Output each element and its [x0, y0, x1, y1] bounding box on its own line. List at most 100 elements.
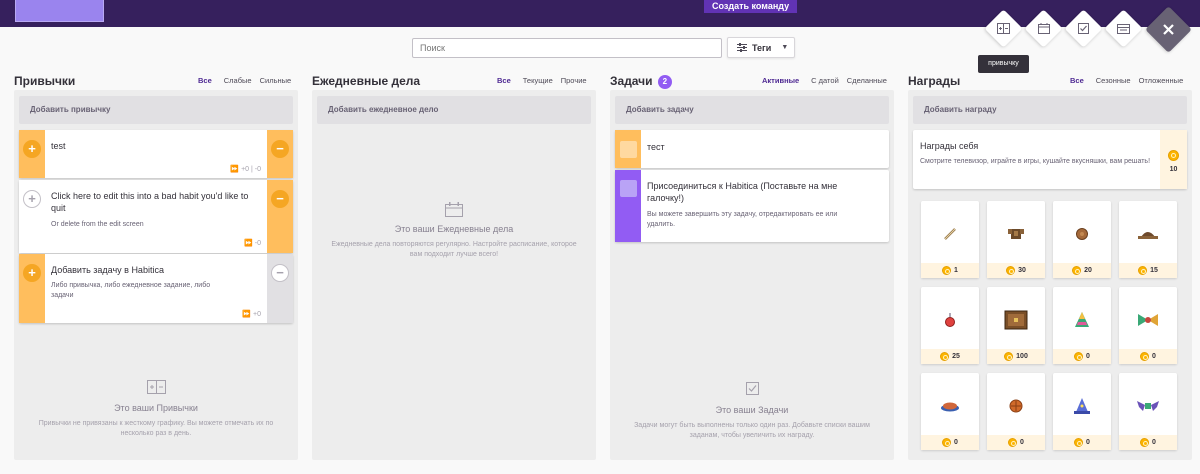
rewards-column: Добавить награду Награды себя Смотрите т…	[908, 90, 1192, 460]
shop-item-price: 0	[1119, 349, 1177, 364]
add-habit-button[interactable]	[984, 9, 1023, 48]
empty-text: Задачи могут быть выполнены только один …	[634, 422, 870, 439]
todos-column: Добавить задачу тест Присоединиться к Ha…	[610, 90, 894, 460]
reward-notes: Смотрите телевизор, играйте в игры, куша…	[920, 158, 1151, 165]
add-daily-button[interactable]	[1024, 9, 1063, 48]
todo-card[interactable]: Присоединиться к Habitica (Поставьте на …	[615, 170, 889, 242]
add-reward-input[interactable]: Добавить награду	[913, 96, 1187, 124]
price-value: 0	[1152, 353, 1156, 360]
plus-icon[interactable]: +	[23, 190, 41, 208]
shop-item[interactable]: 0	[1119, 287, 1177, 364]
gold-coin-icon	[942, 438, 952, 447]
price-value: 15	[1150, 267, 1158, 274]
empty-text: Привычки не привязаны к жесткому графику…	[38, 420, 274, 437]
shop-item-price: 30	[987, 263, 1045, 278]
habit-notes: Либо привычка, либо ежедневное задание, …	[51, 282, 211, 299]
armor-icon	[987, 221, 1045, 247]
todo-notes: Вы можете завершить эту задачу, отредакт…	[647, 211, 838, 228]
add-todo-input[interactable]: Добавить задачу	[615, 96, 889, 124]
search-input[interactable]	[412, 38, 722, 58]
shop-item[interactable]: 15	[1119, 201, 1177, 278]
shop-item-price: 100	[987, 349, 1045, 364]
wizard-hat-icon	[1053, 393, 1111, 419]
add-todo-button[interactable]	[1064, 9, 1103, 48]
dailies-empty-state: Это ваши Ежедневные дела Ежедневные дела…	[330, 202, 578, 260]
plus-icon[interactable]: +	[23, 264, 41, 282]
avatar[interactable]	[15, 0, 104, 22]
top-bar: Создать команду	[0, 0, 1200, 27]
shop-item[interactable]: 0	[921, 373, 979, 450]
price-value: 0	[1020, 439, 1024, 446]
plus-icon[interactable]: +	[23, 140, 41, 158]
todo-title: Присоединиться к Habitica (Поставьте на …	[647, 181, 838, 203]
close-icon	[1163, 24, 1174, 35]
todos-title: Задачи 2	[610, 74, 672, 89]
calendar-icon	[445, 202, 463, 217]
gold-coin-icon	[1168, 150, 1179, 161]
shop-item-price: 20	[1053, 263, 1111, 278]
shop-item-price: 0	[1053, 435, 1111, 450]
health-potion-icon	[921, 307, 979, 333]
reward-card[interactable]: Награды себя Смотрите телевизор, играйте…	[913, 130, 1187, 189]
habits-title: Привычки	[14, 74, 76, 88]
todo-checkbox[interactable]	[620, 141, 637, 158]
gold-coin-icon	[940, 352, 950, 361]
gold-coin-icon	[1140, 352, 1150, 361]
price-value: 0	[1086, 353, 1090, 360]
tags-label: Теги	[752, 42, 772, 53]
create-team-button[interactable]: Создать команду	[704, 0, 798, 13]
gold-coin-icon	[1074, 352, 1084, 361]
chevron-down-icon: ▼	[781, 44, 789, 51]
tags-filter-button[interactable]: Теги ▼	[727, 37, 795, 58]
shop-item[interactable]: 0	[1119, 373, 1177, 450]
habit-title: test	[51, 141, 66, 151]
party-hat-icon	[1053, 307, 1111, 333]
empty-title: Это ваши Ежедневные дела	[394, 224, 514, 234]
todo-card[interactable]: тест	[615, 130, 889, 168]
empty-title: Это ваши Привычки	[114, 403, 198, 413]
reward-icon	[1117, 23, 1130, 34]
add-habit-input[interactable]: Добавить привычку	[19, 96, 293, 124]
gold-coin-icon	[942, 266, 952, 275]
todo-checkbox[interactable]	[620, 180, 637, 197]
close-add-menu-button[interactable]	[1145, 6, 1192, 53]
shop-item-price: 1	[921, 263, 979, 278]
checkbox-icon	[745, 382, 759, 395]
calendar-icon	[1037, 23, 1050, 34]
checkbox-icon	[1078, 23, 1089, 34]
shop-item[interactable]: 30	[987, 201, 1045, 278]
pie-icon	[921, 393, 979, 419]
habit-card[interactable]: + − Click here to edit this into a bad h…	[19, 180, 293, 253]
price-value: 0	[1152, 439, 1156, 446]
shop-item[interactable]: 0	[1053, 373, 1111, 450]
shop-item[interactable]: 0	[1053, 287, 1111, 364]
minus-icon[interactable]: −	[271, 264, 289, 282]
habits-empty-state: Это ваши Привычки Привычки не привязаны …	[26, 380, 286, 439]
habit-card[interactable]: + − test ⏩ +0 | -0	[19, 130, 293, 178]
price-value: 1	[954, 267, 958, 274]
shop-item-price: 15	[1119, 263, 1177, 278]
gold-coin-icon	[1138, 266, 1148, 275]
helmet-icon	[1119, 221, 1177, 247]
reward-buy-button[interactable]: 10	[1160, 130, 1187, 189]
habit-card[interactable]: + − Добавить задачу в Habitica Либо прив…	[19, 254, 293, 323]
dailies-column: Добавить ежедневное дело Это ваши Ежедне…	[312, 90, 596, 460]
potion-stick-icon	[921, 221, 979, 247]
round-shield-icon	[987, 393, 1045, 419]
minus-icon[interactable]: −	[271, 190, 289, 208]
shop-item[interactable]: 20	[1053, 201, 1111, 278]
shop-item[interactable]: 25	[921, 287, 979, 364]
shop-item[interactable]: 0	[987, 373, 1045, 450]
shop-item[interactable]: 1	[921, 201, 979, 278]
shop-item[interactable]: 100	[987, 287, 1045, 364]
add-reward-button[interactable]	[1104, 9, 1143, 48]
minus-icon[interactable]: −	[271, 140, 289, 158]
reward-title: Награды себя	[920, 141, 979, 151]
gold-coin-icon	[1140, 438, 1150, 447]
add-daily-input[interactable]: Добавить ежедневное дело	[317, 96, 591, 124]
winged-item-icon	[1119, 307, 1177, 333]
shop-item-price: 0	[987, 435, 1045, 450]
shop-item-price: 0	[1119, 435, 1177, 450]
todos-title-text: Задачи	[610, 74, 653, 88]
empty-title: Это ваши Задачи	[715, 405, 789, 415]
